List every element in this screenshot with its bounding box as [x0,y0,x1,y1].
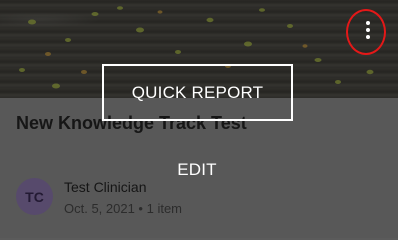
author-name: Test Clinician [64,179,147,195]
edit-menu-item[interactable]: EDIT [150,152,244,188]
highlight-circle [346,9,386,55]
author-avatar: TC [16,178,53,215]
card-meta: Oct. 5, 2021 • 1 item [64,201,182,216]
quick-report-menu-item[interactable]: QUICK REPORT [102,64,293,121]
